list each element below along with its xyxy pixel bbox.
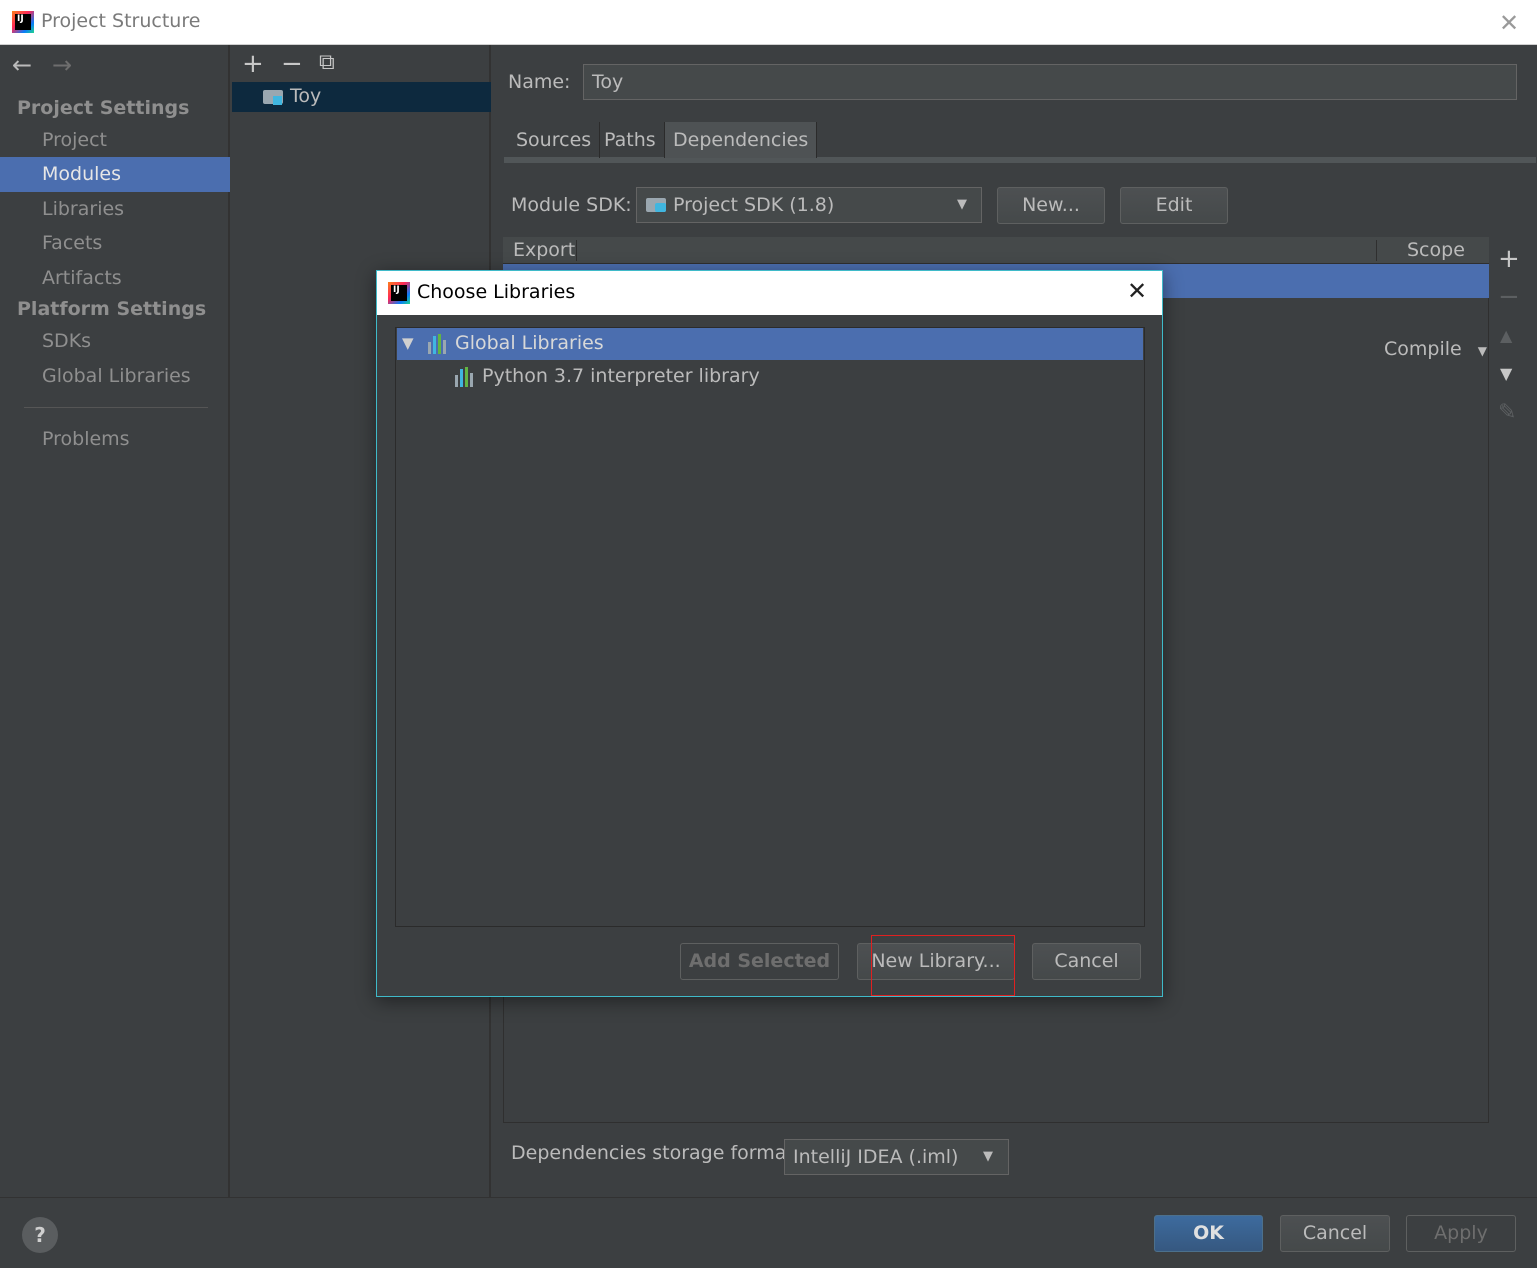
library-icon bbox=[428, 334, 450, 354]
nav-item-global-libraries[interactable]: Global Libraries bbox=[0, 359, 230, 394]
tree-node-global-libraries[interactable]: ▼ Global Libraries bbox=[397, 328, 1143, 360]
nav-item-modules[interactable]: Modules bbox=[0, 157, 230, 192]
column-export[interactable]: Export bbox=[513, 237, 575, 264]
tab-dependencies[interactable]: Dependencies bbox=[665, 122, 818, 158]
library-icon bbox=[455, 367, 477, 387]
dependencies-table-header: Export Scope bbox=[503, 237, 1489, 264]
add-selected-button[interactable]: Add Selected bbox=[680, 943, 839, 980]
nav-item-facets[interactable]: Facets bbox=[0, 226, 230, 261]
edit-dependency-icon[interactable]: ✎ bbox=[1498, 400, 1516, 425]
highlight-box bbox=[871, 935, 1015, 996]
scope-compile: Compile bbox=[1384, 338, 1462, 360]
library-tree bbox=[395, 327, 1145, 927]
module-row-toy[interactable]: Toy bbox=[232, 82, 491, 112]
platform-settings-header: Platform Settings bbox=[17, 298, 207, 320]
dialog-cancel-button[interactable]: Cancel bbox=[1032, 943, 1141, 980]
global-libraries-label: Global Libraries bbox=[455, 332, 604, 354]
dialog-close-icon[interactable]: ✕ bbox=[1127, 277, 1147, 305]
column-scope[interactable]: Scope bbox=[1407, 237, 1465, 264]
cancel-button[interactable]: Cancel bbox=[1280, 1215, 1390, 1252]
storage-format-label: Dependencies storage format: bbox=[511, 1142, 801, 1164]
chevron-down-icon: ▼ bbox=[983, 1149, 993, 1164]
new-sdk-button[interactable]: New... bbox=[997, 187, 1105, 224]
nav-item-problems[interactable]: Problems bbox=[0, 422, 230, 457]
move-down-icon[interactable]: ▼ bbox=[1500, 364, 1512, 383]
edit-sdk-button[interactable]: Edit bbox=[1120, 187, 1228, 224]
dialog-footer: ? OK Cancel Apply bbox=[0, 1197, 1537, 1268]
python-library-label: Python 3.7 interpreter library bbox=[482, 365, 760, 387]
tab-sources[interactable]: Sources bbox=[508, 122, 601, 158]
tab-paths[interactable]: Paths bbox=[596, 122, 665, 158]
dialog-title: Choose Libraries bbox=[417, 281, 576, 303]
nav-item-artifacts[interactable]: Artifacts bbox=[0, 261, 230, 296]
apply-button[interactable]: Apply bbox=[1406, 1215, 1516, 1252]
nav-item-libraries[interactable]: Libraries bbox=[0, 192, 230, 227]
module-sdk-select[interactable]: Project SDK (1.8) ▼ bbox=[636, 187, 982, 223]
window-close-icon[interactable]: ✕ bbox=[1499, 9, 1519, 37]
expand-arrow-icon[interactable]: ▼ bbox=[402, 334, 414, 352]
add-module-icon[interactable]: + bbox=[242, 49, 264, 79]
copy-module-icon[interactable]: ⧉ bbox=[319, 50, 335, 75]
module-sdk-label: Module SDK: bbox=[511, 194, 632, 216]
move-up-icon[interactable]: ▲ bbox=[1500, 326, 1512, 345]
storage-format-select[interactable]: IntelliJ IDEA (.iml) ▼ bbox=[784, 1139, 1009, 1175]
sdk-folder-icon bbox=[646, 198, 666, 212]
remove-module-icon[interactable]: − bbox=[281, 49, 303, 79]
module-folder-icon bbox=[263, 90, 283, 105]
ok-button[interactable]: OK bbox=[1154, 1215, 1263, 1252]
nav-item-sdks[interactable]: SDKs bbox=[0, 324, 230, 359]
chevron-down-icon: ▼ bbox=[957, 197, 967, 212]
window-title: Project Structure bbox=[41, 10, 201, 32]
help-icon[interactable]: ? bbox=[22, 1217, 58, 1253]
dialog-title-bar: IJ Choose Libraries ✕ bbox=[377, 271, 1162, 315]
module-name-input[interactable]: Toy bbox=[583, 64, 1517, 100]
back-arrow-icon[interactable]: ← bbox=[12, 51, 32, 79]
add-dependency-icon[interactable]: + bbox=[1498, 244, 1520, 274]
dependency-scope-value[interactable]: Compile ▼ bbox=[1384, 338, 1487, 360]
nav-divider bbox=[24, 407, 208, 408]
remove-dependency-icon[interactable]: − bbox=[1498, 282, 1520, 312]
module-name: Toy bbox=[290, 85, 322, 107]
settings-nav: ← → Project Settings Project Modules Lib… bbox=[0, 45, 230, 1197]
window-title-bar: IJ Project Structure ✕ bbox=[0, 0, 1537, 45]
intellij-logo-icon: IJ bbox=[388, 282, 410, 304]
project-settings-header: Project Settings bbox=[17, 97, 190, 119]
module-sdk-value: Project SDK (1.8) bbox=[673, 194, 835, 216]
tree-node-python-library[interactable]: Python 3.7 interpreter library bbox=[455, 362, 1135, 392]
name-label: Name: bbox=[508, 71, 571, 93]
intellij-logo-icon: IJ bbox=[12, 11, 34, 33]
chevron-down-icon: ▼ bbox=[1477, 344, 1487, 358]
storage-format-value: IntelliJ IDEA (.iml) bbox=[793, 1146, 959, 1168]
forward-arrow-icon[interactable]: → bbox=[52, 51, 72, 79]
nav-item-project[interactable]: Project bbox=[0, 123, 230, 158]
